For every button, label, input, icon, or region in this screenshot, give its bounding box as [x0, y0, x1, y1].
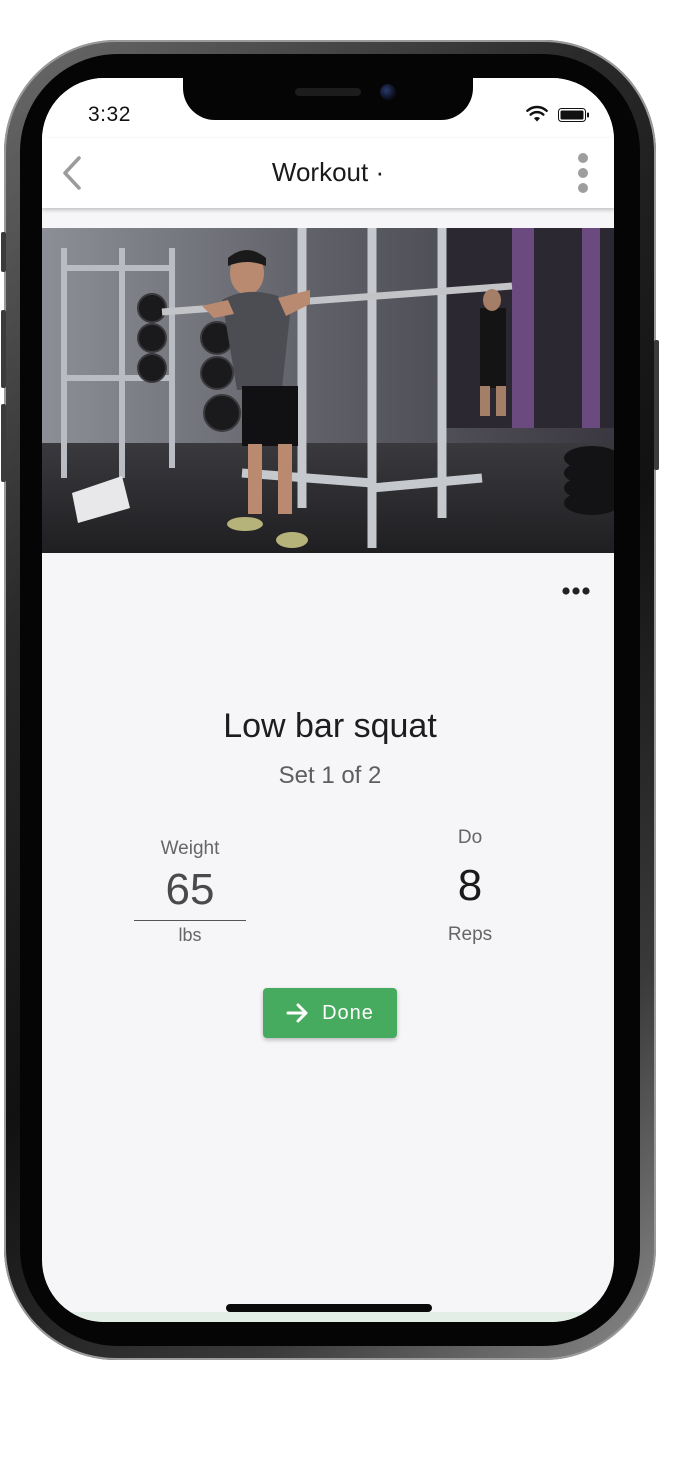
set-progress: Set 1 of 2	[278, 762, 382, 789]
more-vert-icon	[578, 153, 588, 193]
screen: 3:32 Workout · Low bar squat Set 1 of 2 …	[42, 78, 614, 1322]
weight-unit: lbs	[178, 925, 202, 945]
reps-unit: Reps	[447, 924, 493, 945]
done-button-label: Done	[322, 1001, 374, 1024]
wifi-icon	[526, 105, 548, 122]
reps-label: Do	[457, 827, 483, 848]
status-time: 3:32	[88, 103, 131, 126]
page-title: Workout ·	[271, 157, 385, 187]
gym-scene-image	[42, 228, 614, 553]
phone-side-button	[1, 310, 6, 388]
exercise-video[interactable]	[42, 228, 614, 553]
phone-speaker	[295, 88, 361, 96]
weight-input[interactable]: 65	[134, 862, 246, 921]
arrow-right-icon	[286, 1003, 308, 1023]
more-horiz-button[interactable]	[558, 578, 594, 604]
phone-side-button	[1, 232, 6, 272]
done-button[interactable]: Done	[263, 988, 397, 1038]
battery-icon	[558, 108, 589, 122]
bottom-bar	[42, 1312, 614, 1322]
more-horiz-icon	[562, 587, 590, 595]
front-camera	[380, 84, 396, 100]
reps-value: 8	[457, 861, 483, 910]
phone-side-button	[1, 404, 6, 482]
exercise-name: Low bar squat	[223, 707, 437, 745]
weight-field[interactable]: Weight 65 lbs	[134, 836, 246, 946]
phone-notch	[183, 78, 473, 120]
app-bar: Workout ·	[42, 138, 614, 208]
weight-label: Weight	[160, 838, 220, 859]
reps-display: Do 8 Reps	[418, 826, 522, 948]
more-options-button[interactable]	[568, 152, 598, 194]
home-indicator[interactable]	[226, 1304, 432, 1312]
phone-mockup: 3:32 Workout · Low bar squat Set 1 of 2 …	[0, 0, 675, 1464]
phone-side-button	[654, 340, 659, 470]
